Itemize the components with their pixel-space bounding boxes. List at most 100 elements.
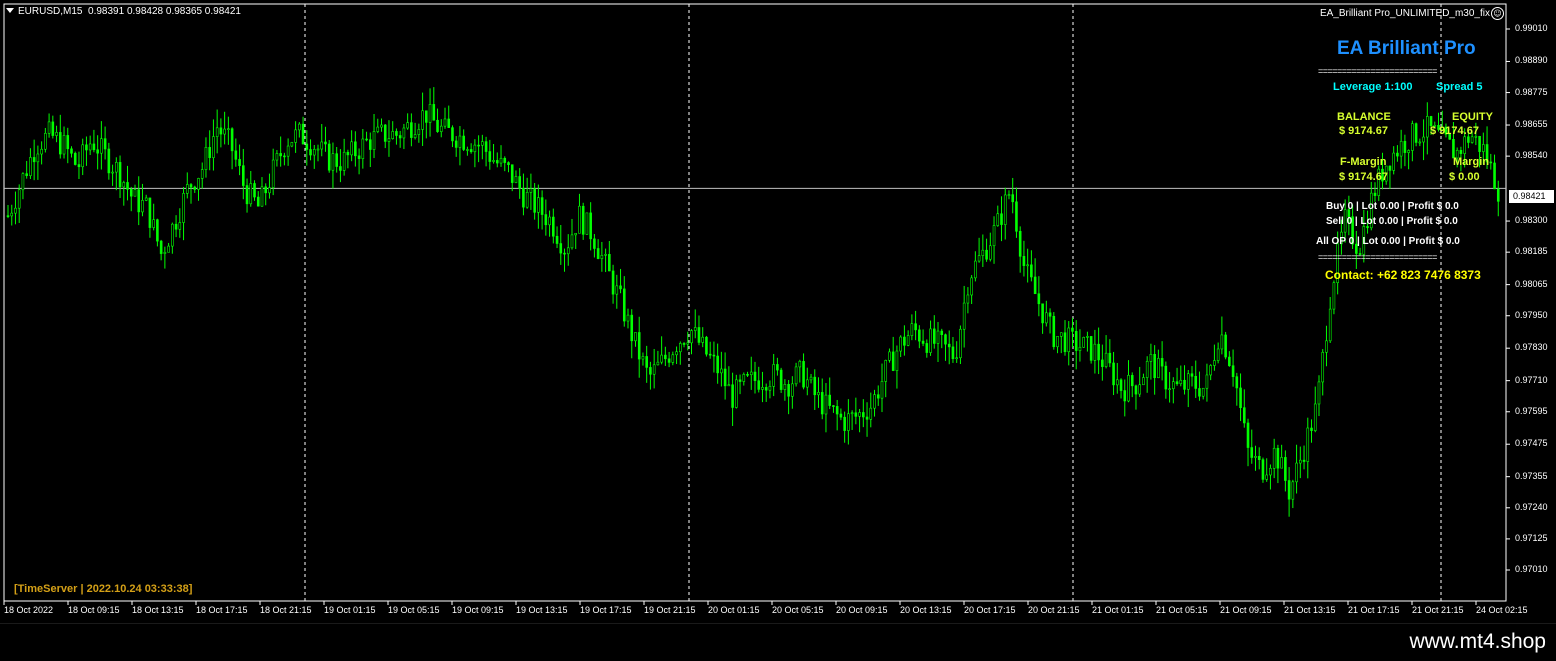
candle (660, 336, 663, 365)
candle (103, 126, 107, 160)
candle (858, 409, 861, 433)
candle (723, 352, 727, 400)
candle (1231, 349, 1235, 387)
all-open-positions-summary: All OP 0 | Lot 0.00 | Profit $ 0.0 (1316, 236, 1460, 247)
candle (514, 170, 518, 184)
candle (981, 234, 985, 267)
candle (992, 216, 996, 264)
candle (1276, 444, 1280, 484)
candle (439, 119, 443, 138)
candle (593, 234, 596, 258)
candle (817, 377, 820, 408)
candle (507, 161, 510, 173)
candle (451, 125, 454, 148)
candle (966, 287, 970, 314)
candle (21, 172, 25, 200)
candle (1302, 445, 1306, 470)
candle (70, 146, 73, 158)
candle (66, 127, 70, 164)
candle (253, 180, 256, 201)
candle (1242, 389, 1246, 428)
candle (425, 110, 428, 139)
candle (1239, 373, 1242, 422)
candle (1123, 379, 1127, 417)
candle (906, 330, 910, 347)
candle (533, 183, 536, 220)
candle (1138, 366, 1142, 397)
candle (324, 126, 327, 152)
panel-title: EA Brilliant Pro (1337, 38, 1476, 59)
price-tick-label: 0.98185 (1515, 246, 1548, 257)
candle (193, 185, 197, 193)
candle (1157, 349, 1160, 379)
candle (200, 162, 204, 189)
candlestick-plot[interactable] (0, 0, 1556, 623)
time-tick-label: 19 Oct 13:15 (516, 605, 568, 615)
candle (589, 202, 592, 251)
candle (152, 203, 155, 231)
time-tick-label: 19 Oct 21:15 (644, 605, 696, 615)
leverage-label: Leverage 1:100 (1333, 81, 1413, 93)
candle (1175, 367, 1179, 386)
candle (122, 180, 126, 206)
candle (283, 152, 286, 166)
candle (1015, 187, 1018, 238)
candle (1149, 343, 1153, 380)
symbol-header[interactable]: EURUSD,M15 0.98391 0.98428 0.98365 0.984… (6, 6, 241, 17)
candle (1112, 351, 1115, 396)
dropdown-triangle-icon[interactable] (6, 8, 14, 13)
candle (1119, 378, 1123, 399)
candle (1272, 438, 1276, 479)
candle (301, 116, 305, 145)
candle (137, 176, 141, 226)
candle (312, 145, 316, 169)
expert-advisor-name[interactable]: EA_Brilliant Pro_UNLIMITED_m30_fix (1320, 8, 1490, 19)
time-tick-label: 21 Oct 21:15 (1412, 605, 1464, 615)
candle (678, 341, 682, 365)
candle (574, 232, 578, 250)
candle (959, 325, 962, 365)
margin-value: $ 0.00 (1449, 171, 1480, 183)
candle (712, 341, 716, 373)
candle (828, 377, 832, 410)
candle (932, 315, 936, 349)
candle (100, 121, 103, 170)
candle (1414, 122, 1418, 147)
candle (185, 172, 189, 199)
candle (1280, 444, 1283, 469)
footer-bar: www.mt4.shop (0, 623, 1556, 661)
candle (361, 129, 365, 169)
candle (791, 376, 794, 409)
candle (219, 118, 223, 148)
price-chart[interactable]: EURUSD,M15 0.98391 0.98428 0.98365 0.984… (0, 0, 1556, 623)
price-tick-label: 0.98300 (1515, 215, 1548, 226)
candle (126, 165, 129, 201)
price-tick-label: 0.97595 (1515, 405, 1548, 416)
candle (275, 150, 279, 167)
candle (1332, 280, 1336, 315)
smiley-icon[interactable]: ☺ (1491, 7, 1504, 20)
candle (492, 143, 495, 164)
candle (466, 146, 469, 156)
candle (391, 121, 395, 140)
candle (1228, 351, 1231, 367)
candle (805, 367, 809, 396)
candle (499, 145, 503, 167)
candle (503, 156, 507, 172)
candle (843, 411, 846, 443)
candle (1209, 364, 1212, 381)
candle (1183, 365, 1186, 395)
candle (1399, 129, 1403, 169)
candle (951, 337, 955, 363)
candle (1048, 308, 1052, 334)
candle (847, 399, 850, 445)
equity-label: EQUITY (1452, 111, 1493, 123)
candle (350, 130, 353, 162)
candle (880, 363, 884, 413)
candle (1321, 349, 1325, 396)
candle (1026, 248, 1029, 283)
time-tick-label: 19 Oct 09:15 (452, 605, 504, 615)
candle (989, 232, 992, 262)
price-tick-label: 0.97125 (1515, 532, 1548, 543)
candle (918, 325, 921, 349)
